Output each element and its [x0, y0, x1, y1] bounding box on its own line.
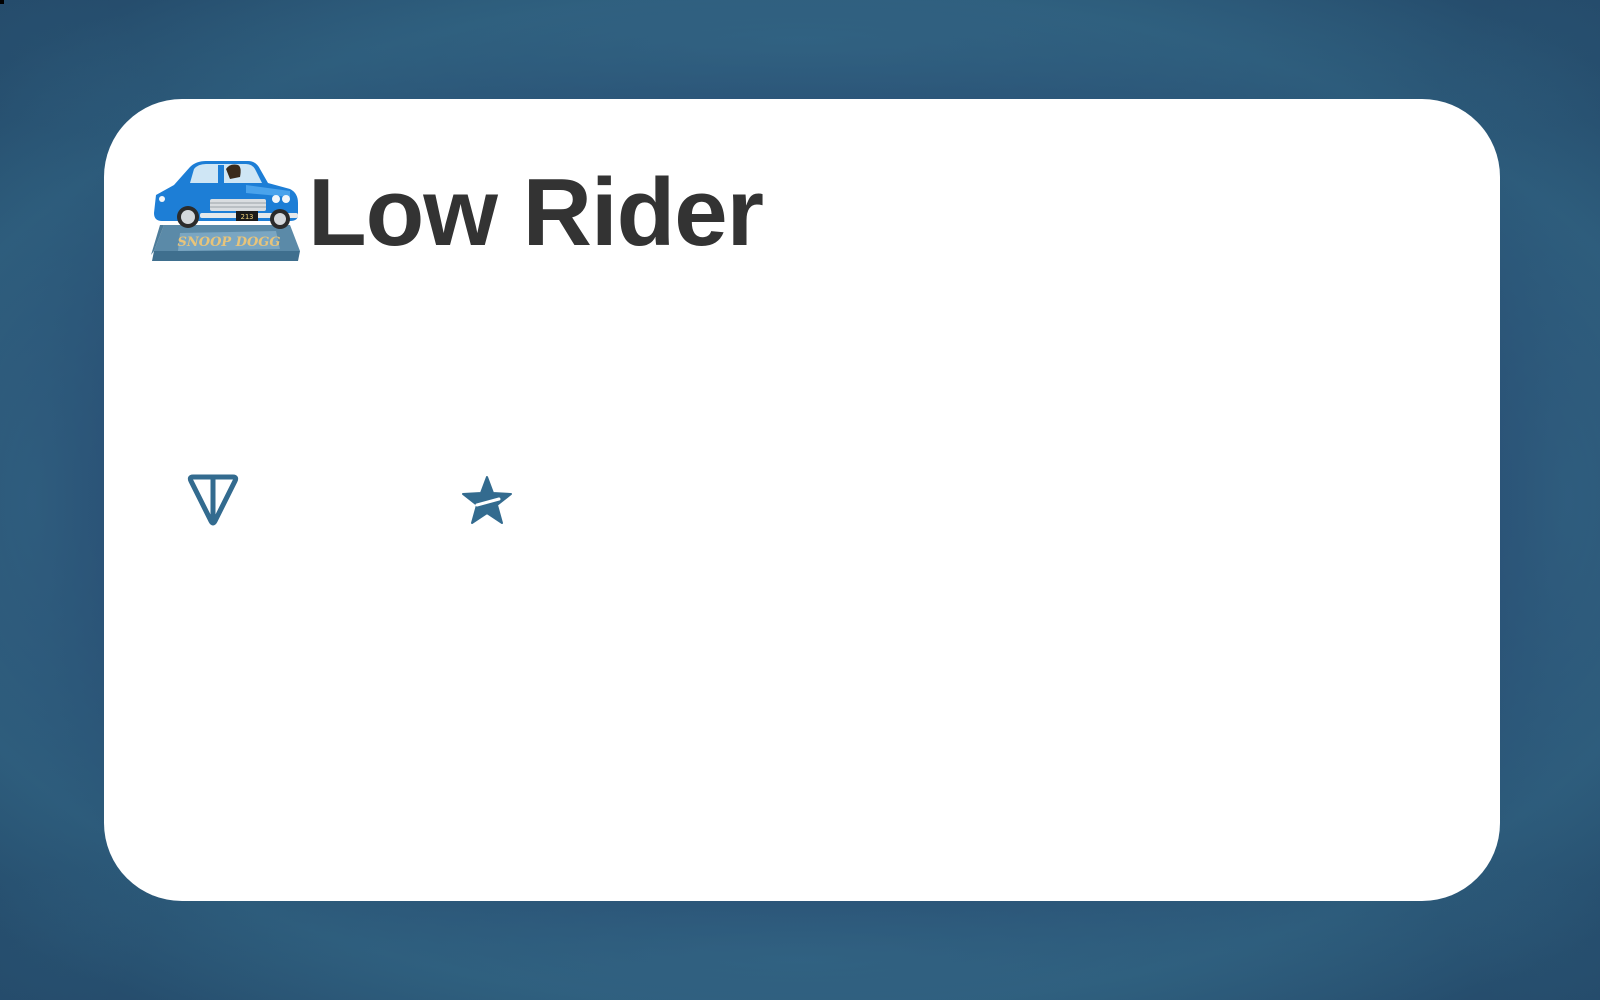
ton-icon[interactable] — [185, 471, 241, 527]
lowrider-car-logo: SNOOP DOGG 213 — [151, 161, 300, 261]
corner-mark — [0, 0, 4, 4]
page-title: Low Rider — [308, 159, 764, 266]
svg-text:SNOOP DOGG: SNOOP DOGG — [177, 235, 280, 250]
star-icon[interactable] — [459, 473, 515, 529]
svg-text:213: 213 — [241, 213, 254, 221]
main-card: SNOOP DOGG 213 Low Rider — [104, 99, 1500, 901]
header: SNOOP DOGG 213 Low Rider — [150, 155, 764, 267]
